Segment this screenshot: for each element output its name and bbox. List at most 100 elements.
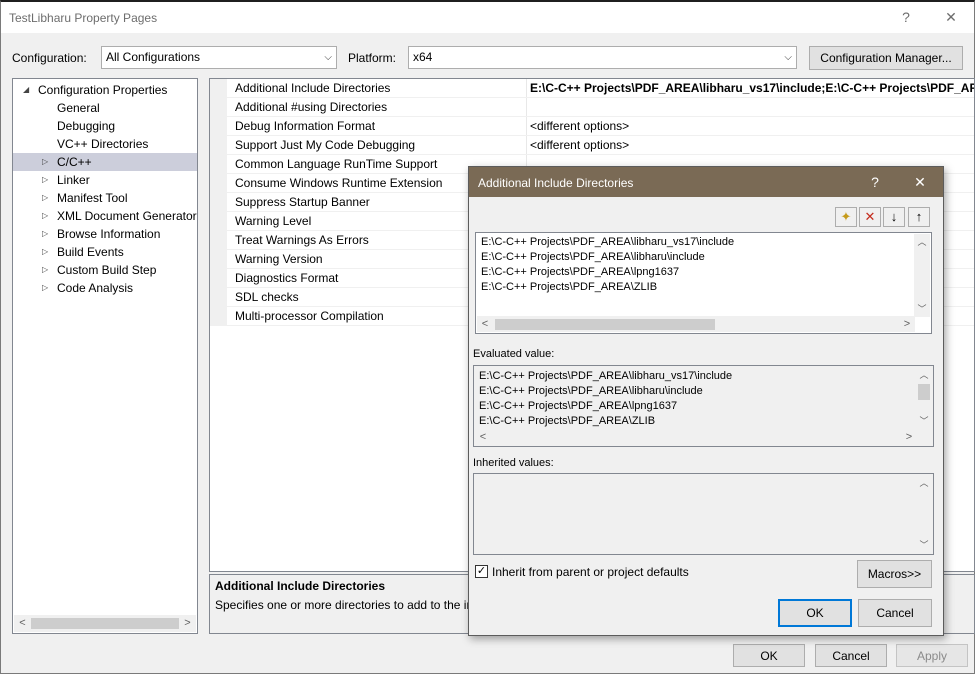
- list-horizontal-scrollbar[interactable]: < >: [477, 316, 915, 332]
- grid-gutter: [210, 212, 227, 231]
- evaluated-horizontal-scrollbar[interactable]: < >: [475, 429, 917, 445]
- inherited-vertical-scrollbar[interactable]: ︿ ﹀: [916, 475, 932, 553]
- tree-horizontal-scrollbar[interactable]: < >: [14, 615, 196, 632]
- move-down-icon[interactable]: ↓: [883, 207, 905, 227]
- tree-item-debugging[interactable]: Debugging: [13, 117, 197, 135]
- expand-triangle-icon[interactable]: ▷: [42, 279, 48, 297]
- inherit-checkbox-label[interactable]: Inherit from parent or project defaults: [492, 565, 689, 579]
- platform-label: Platform:: [348, 51, 397, 65]
- tree-item-code-analysis[interactable]: ▷ Code Analysis: [13, 279, 197, 297]
- grid-gutter: [210, 155, 227, 174]
- scroll-down-icon[interactable]: ﹀: [914, 301, 930, 317]
- grid-gutter: [210, 288, 227, 307]
- description-title: Additional Include Directories: [215, 579, 386, 593]
- property-value[interactable]: <different options>: [530, 119, 629, 133]
- cancel-button[interactable]: Cancel: [815, 644, 887, 667]
- list-item: E:\C-C++ Projects\PDF_AREA\libharu_vs17\…: [479, 370, 733, 382]
- scroll-left-icon[interactable]: <: [475, 429, 491, 445]
- move-up-icon[interactable]: ↑: [908, 207, 930, 227]
- evaluated-value-label: Evaluated value:: [473, 348, 555, 360]
- expand-triangle-icon[interactable]: ▷: [42, 207, 48, 225]
- scroll-left-icon[interactable]: <: [14, 615, 31, 632]
- property-value[interactable]: E:\C-C++ Projects\PDF_AREA\libharu_vs17\…: [530, 81, 974, 95]
- tree-item-custom-build-step[interactable]: ▷ Custom Build Step: [13, 261, 197, 279]
- tree-item-manifest-tool[interactable]: ▷ Manifest Tool: [13, 189, 197, 207]
- configuration-manager-button[interactable]: Configuration Manager...: [809, 46, 963, 70]
- window-title: TestLibharu Property Pages: [9, 11, 158, 25]
- tree-item-label: Linker: [57, 173, 90, 187]
- macros-button[interactable]: Macros>>: [857, 560, 932, 588]
- evaluated-vertical-scrollbar[interactable]: ︿ ﹀: [916, 367, 932, 429]
- platform-dropdown[interactable]: x64 ⌵: [408, 46, 797, 69]
- dialog-title: Additional Include Directories: [478, 176, 634, 190]
- table-row[interactable]: Additional #using Directories: [210, 98, 974, 117]
- table-row[interactable]: Support Just My Code Debugging <differen…: [210, 136, 974, 155]
- tree-item-browse-information[interactable]: ▷ Browse Information: [13, 225, 197, 243]
- tree-item-configuration-properties[interactable]: ◢ Configuration Properties: [13, 81, 197, 99]
- scroll-up-icon[interactable]: ︿: [916, 367, 932, 383]
- new-line-icon[interactable]: ✦: [835, 207, 857, 227]
- expand-triangle-icon[interactable]: ▷: [42, 243, 48, 261]
- tree-item-label: General: [57, 101, 100, 115]
- close-icon[interactable]: ✕: [936, 6, 966, 28]
- dialog-ok-button[interactable]: OK: [778, 599, 852, 627]
- grid-gutter: [210, 136, 227, 155]
- configuration-dropdown[interactable]: All Configurations ⌵: [101, 46, 337, 69]
- property-name: Additional Include Directories: [235, 81, 391, 95]
- dialog-cancel-button[interactable]: Cancel: [858, 599, 932, 627]
- ok-button[interactable]: OK: [733, 644, 805, 667]
- list-item[interactable]: E:\C-C++ Projects\PDF_AREA\libharu\inclu…: [481, 251, 705, 263]
- list-item[interactable]: E:\C-C++ Projects\PDF_AREA\lpng1637: [481, 266, 679, 278]
- tree-item-c-cpp[interactable]: ▷ C/C++: [13, 153, 197, 171]
- expand-triangle-icon[interactable]: ▷: [42, 225, 48, 243]
- delete-icon[interactable]: ✕: [859, 207, 881, 227]
- inherit-checkbox[interactable]: ✓: [475, 565, 488, 578]
- description-text: Specifies one or more directories to add…: [215, 598, 474, 612]
- chevron-down-icon: ⌵: [784, 52, 792, 63]
- list-item: E:\C-C++ Projects\PDF_AREA\lpng1637: [479, 400, 678, 412]
- tree-item-build-events[interactable]: ▷ Build Events: [13, 243, 197, 261]
- scroll-down-icon[interactable]: ﹀: [916, 537, 932, 553]
- scroll-up-icon[interactable]: ︿: [916, 475, 932, 491]
- scroll-right-icon[interactable]: >: [901, 429, 917, 445]
- list-item: E:\C-C++ Projects\PDF_AREA\libharu\inclu…: [479, 385, 703, 397]
- expand-triangle-icon[interactable]: ▷: [42, 153, 48, 171]
- property-name: Common Language RunTime Support: [235, 157, 438, 171]
- list-item[interactable]: E:\C-C++ Projects\PDF_AREA\libharu_vs17\…: [481, 236, 734, 248]
- property-name: Support Just My Code Debugging: [235, 138, 416, 152]
- grid-gutter: [210, 269, 227, 288]
- table-row[interactable]: Debug Information Format <different opti…: [210, 117, 974, 136]
- expand-triangle-icon[interactable]: ▷: [42, 171, 48, 189]
- property-name: Additional #using Directories: [235, 100, 388, 114]
- scroll-left-icon[interactable]: <: [477, 316, 493, 332]
- expand-triangle-icon[interactable]: ▷: [42, 189, 48, 207]
- help-icon[interactable]: ?: [891, 6, 921, 28]
- property-value[interactable]: <different options>: [530, 138, 629, 152]
- list-item[interactable]: E:\C-C++ Projects\PDF_AREA\ZLIB: [481, 281, 657, 293]
- scroll-up-icon[interactable]: ︿: [914, 234, 930, 250]
- scroll-right-icon[interactable]: >: [899, 316, 915, 332]
- scroll-down-icon[interactable]: ﹀: [916, 413, 932, 429]
- tree-item-general[interactable]: General: [13, 99, 197, 117]
- expand-triangle-icon[interactable]: ▷: [42, 261, 48, 279]
- close-icon[interactable]: ✕: [906, 171, 934, 193]
- tree-item-vc-directories[interactable]: VC++ Directories: [13, 135, 197, 153]
- scroll-thumb[interactable]: [495, 319, 715, 330]
- list-vertical-scrollbar[interactable]: ︿ ﹀: [914, 234, 930, 317]
- scroll-right-icon[interactable]: >: [179, 615, 196, 632]
- tree-item-label: C/C++: [57, 155, 92, 169]
- scroll-thumb[interactable]: [31, 618, 179, 629]
- scroll-thumb[interactable]: [918, 384, 930, 400]
- tree-item-xml-document-generator[interactable]: ▷ XML Document Generator: [13, 207, 197, 225]
- expand-triangle-icon[interactable]: ◢: [23, 81, 29, 99]
- tree-item-label: Manifest Tool: [57, 191, 128, 205]
- tree-item-linker[interactable]: ▷ Linker: [13, 171, 197, 189]
- property-name: Debug Information Format: [235, 119, 376, 133]
- grid-gutter: [210, 98, 227, 117]
- apply-button[interactable]: Apply: [896, 644, 968, 667]
- platform-value: x64: [413, 50, 433, 64]
- help-icon[interactable]: ?: [861, 171, 889, 193]
- table-row[interactable]: Additional Include Directories E:\C-C++ …: [210, 79, 974, 98]
- directories-listbox[interactable]: E:\C-C++ Projects\PDF_AREA\libharu_vs17\…: [475, 232, 932, 334]
- tree-item-label: Debugging: [57, 119, 116, 133]
